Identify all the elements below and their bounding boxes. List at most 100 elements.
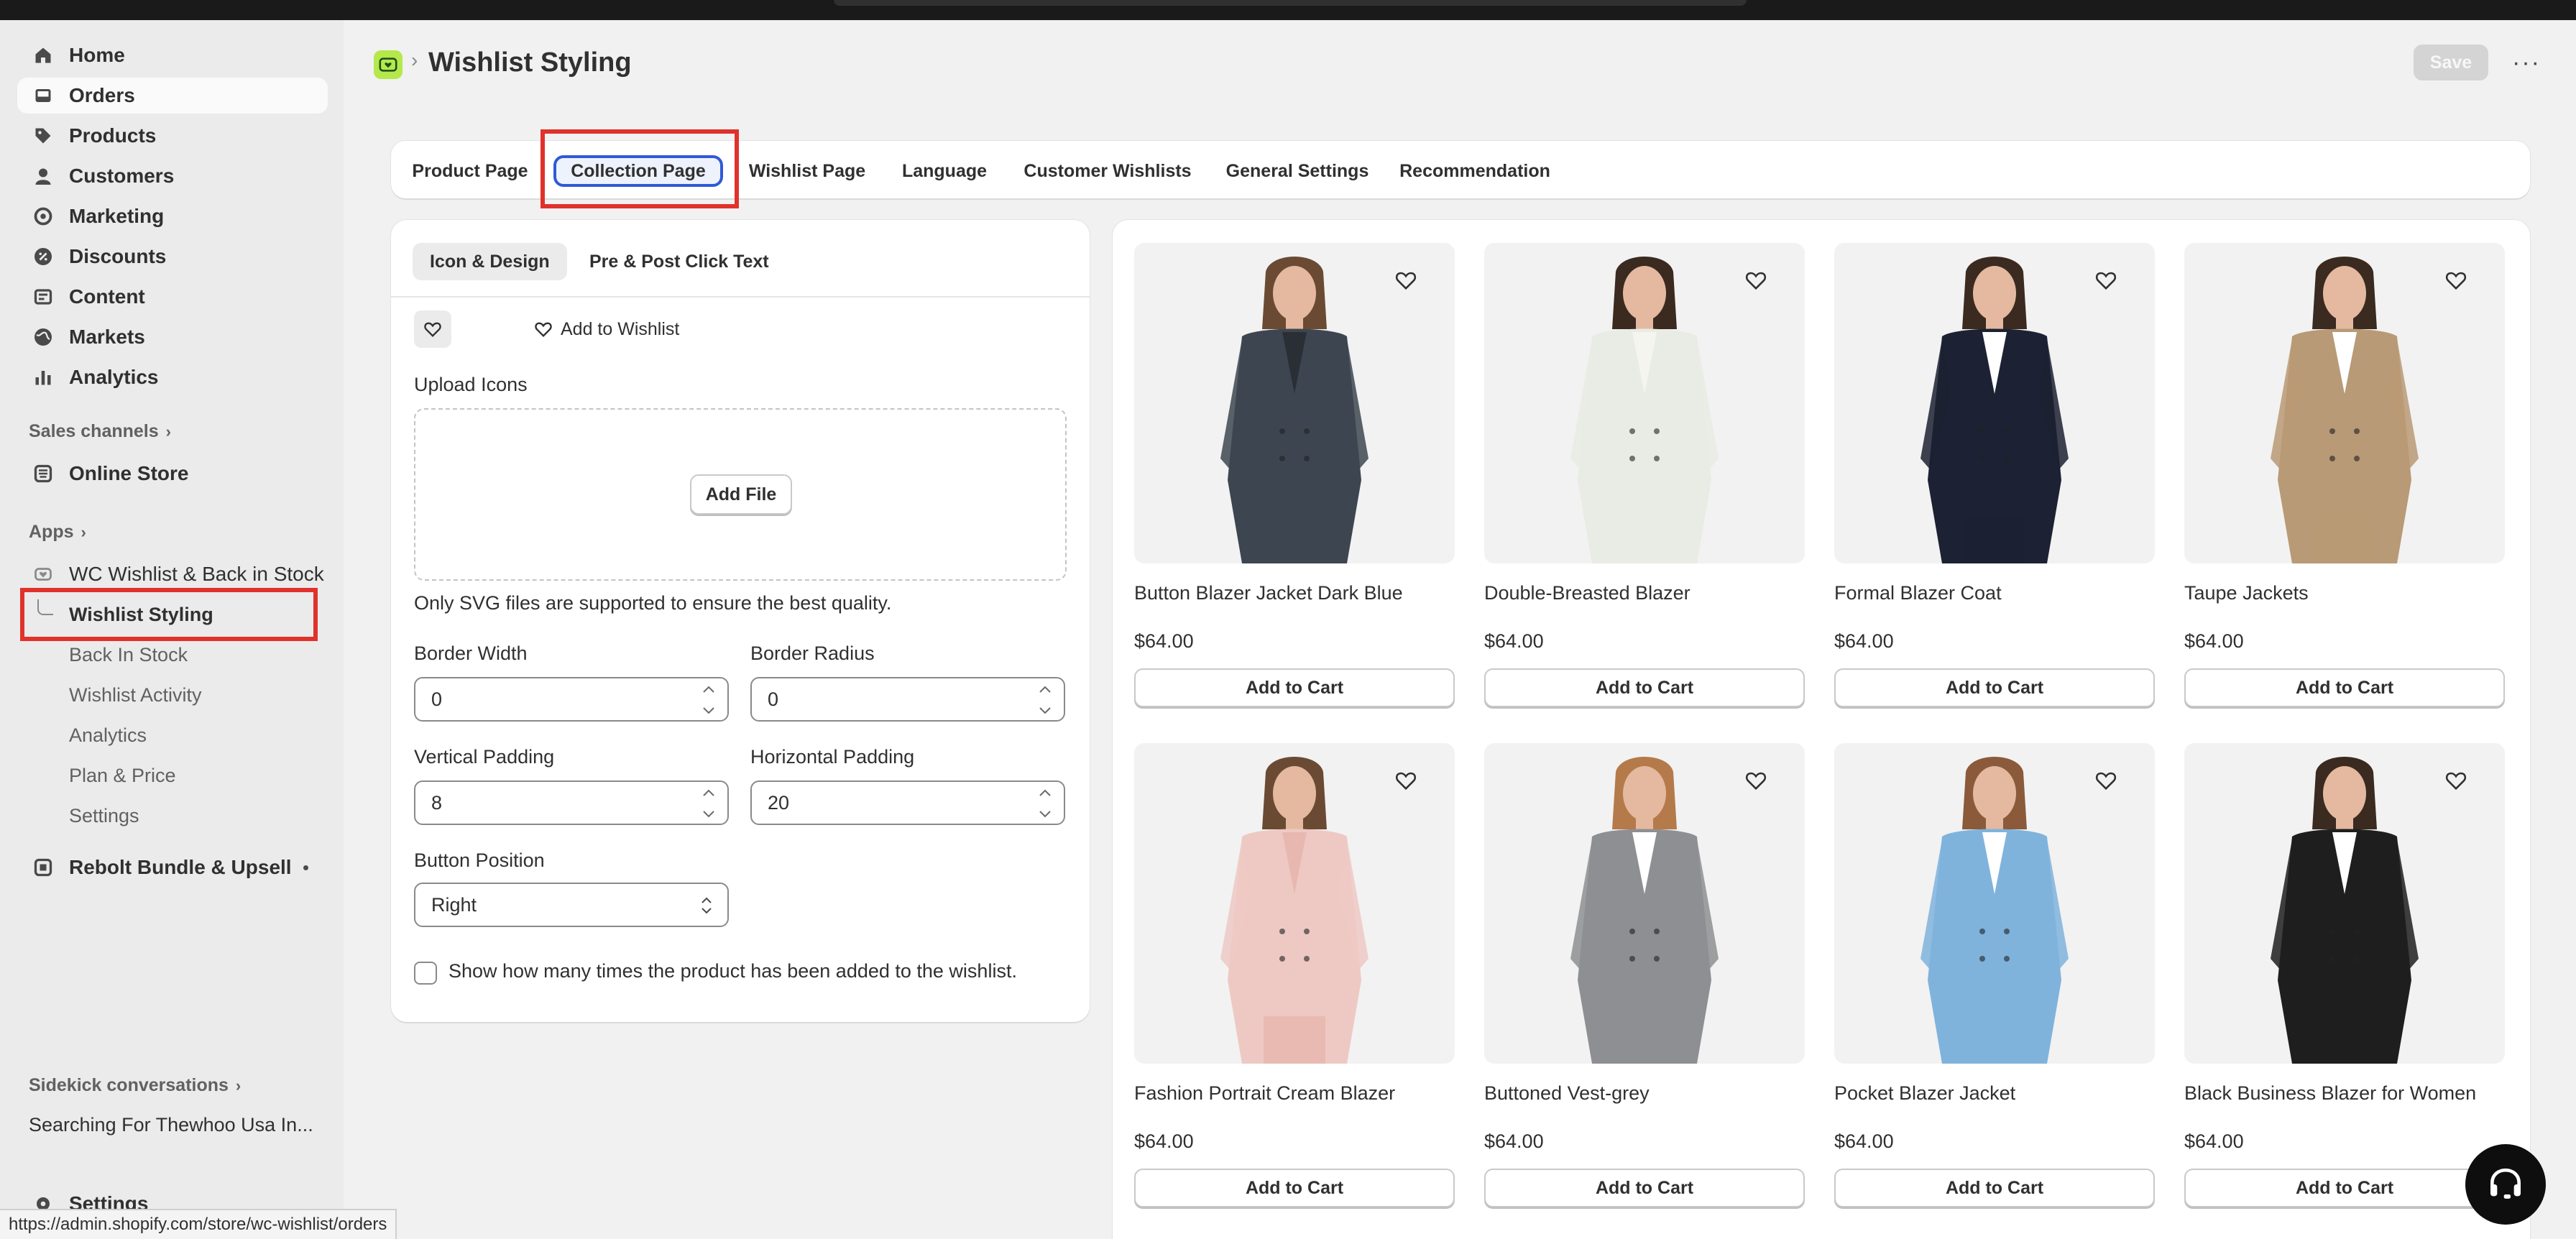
nav-app-wc-wishlist[interactable]: WC Wishlist & Back in Stock bbox=[17, 556, 328, 592]
nav-sub-analytics[interactable]: Analytics bbox=[17, 717, 328, 753]
product-image[interactable] bbox=[2184, 743, 2505, 1064]
product-name[interactable]: Taupe Jackets bbox=[2184, 582, 2505, 604]
add-to-cart-button[interactable]: Add to Cart bbox=[2184, 1169, 2505, 1207]
wishlist-heart-icon[interactable] bbox=[1392, 266, 1420, 295]
wishlist-heart-icon[interactable] bbox=[2092, 766, 2120, 795]
product-card[interactable]: Buttoned Vest-grey $64.00 Add to Cart bbox=[1484, 743, 1805, 1207]
border-radius-input[interactable]: 0 bbox=[750, 677, 1065, 722]
wishlist-heart-icon[interactable] bbox=[2442, 766, 2470, 795]
product-card[interactable]: Black Business Blazer for Women $64.00 Add… bbox=[2184, 743, 2505, 1207]
stepper-icon[interactable] bbox=[699, 684, 719, 716]
stepper-icon[interactable] bbox=[1035, 684, 1055, 716]
nav-sub-label: Analytics bbox=[69, 724, 147, 746]
subtab-icon-design[interactable]: Icon & Design bbox=[413, 243, 567, 280]
product-card[interactable]: Pocket Blazer Jacket $64.00 Add to Cart bbox=[1834, 743, 2155, 1207]
discount-icon bbox=[29, 242, 58, 271]
add-to-cart-button[interactable]: Add to Cart bbox=[1484, 1169, 1805, 1207]
product-image[interactable] bbox=[1134, 243, 1455, 563]
wishlist-heart-icon[interactable] bbox=[2442, 266, 2470, 295]
wishlist-heart-icon[interactable] bbox=[1742, 766, 1770, 795]
tab-product-page[interactable]: Product Page bbox=[408, 155, 532, 187]
nav-sub-wishlist-styling[interactable]: Wishlist Styling bbox=[17, 597, 328, 632]
product-card[interactable]: Formal Blazer Coat $64.00 Add to Cart bbox=[1834, 243, 2155, 707]
nav-products[interactable]: Products bbox=[17, 118, 328, 154]
product-card[interactable]: Double-Breasted Blazer $64.00 Add to Cart bbox=[1484, 243, 1805, 707]
nav-analytics[interactable]: Analytics bbox=[17, 359, 328, 395]
product-name[interactable]: Buttoned Vest-grey bbox=[1484, 1082, 1805, 1105]
nav-discounts[interactable]: Discounts bbox=[17, 239, 328, 275]
sales-channels-heading[interactable]: Sales channels › bbox=[29, 421, 171, 442]
support-chat-button[interactable] bbox=[2465, 1144, 2546, 1225]
add-to-cart-button[interactable]: Add to Cart bbox=[1134, 668, 1455, 707]
product-card[interactable]: Button Blazer Jacket Dark Blue $64.00 Add … bbox=[1134, 243, 1455, 707]
nav-app-rebolt[interactable]: Rebolt Bundle & Upsell bbox=[17, 849, 328, 885]
add-to-cart-button[interactable]: Add to Cart bbox=[2184, 668, 2505, 707]
tab-language[interactable]: Language bbox=[894, 155, 995, 187]
settings-tab-bar: Product Page Collection Page Wishlist Pa… bbox=[391, 141, 2530, 198]
product-name[interactable]: Button Blazer Jacket Dark Blue bbox=[1134, 582, 1455, 604]
product-name[interactable]: Fashion Portrait Cream Blazer bbox=[1134, 1082, 1455, 1105]
sidekick-heading[interactable]: Sidekick conversations › bbox=[29, 1075, 241, 1096]
svg-help-text: Only SVG files are supported to ensure t… bbox=[414, 592, 892, 614]
apps-heading[interactable]: Apps › bbox=[29, 522, 86, 543]
product-image[interactable] bbox=[1834, 743, 2155, 1064]
product-image[interactable] bbox=[1134, 743, 1455, 1064]
nav-label: Discounts bbox=[69, 245, 167, 267]
add-to-cart-button[interactable]: Add to Cart bbox=[1834, 668, 2155, 707]
nav-sub-back-in-stock[interactable]: Back In Stock bbox=[17, 637, 328, 673]
product-card[interactable]: Fashion Portrait Cream Blazer $64.00 Add t… bbox=[1134, 743, 1455, 1207]
tab-wishlist-page[interactable]: Wishlist Page bbox=[739, 155, 875, 187]
tab-customer-wishlists[interactable]: Customer Wishlists bbox=[1016, 155, 1199, 187]
button-position-select[interactable]: Right bbox=[414, 883, 729, 927]
vertical-padding-input[interactable]: 8 bbox=[414, 780, 729, 825]
horizontal-padding-input[interactable]: 20 bbox=[750, 780, 1065, 825]
wishlist-heart-icon[interactable] bbox=[1392, 766, 1420, 795]
border-width-input[interactable]: 0 bbox=[414, 677, 729, 722]
icon-only-option[interactable] bbox=[414, 310, 451, 348]
subtab-pre-post-click-text[interactable]: Pre & Post Click Text bbox=[572, 243, 786, 280]
product-name[interactable]: Pocket Blazer Jacket bbox=[1834, 1082, 2155, 1105]
add-to-cart-button[interactable]: Add to Cart bbox=[1484, 668, 1805, 707]
add-to-cart-button[interactable]: Add to Cart bbox=[1134, 1169, 1455, 1207]
nav-online-store[interactable]: Online Store bbox=[17, 456, 328, 492]
more-actions-icon[interactable]: ··· bbox=[2508, 45, 2544, 80]
nav-home[interactable]: Home bbox=[17, 37, 328, 73]
add-file-button[interactable]: Add File bbox=[690, 474, 792, 515]
product-name[interactable]: Double-Breasted Blazer bbox=[1484, 582, 1805, 604]
nav-marketing[interactable]: Marketing bbox=[17, 198, 328, 234]
nav-customers[interactable]: Customers bbox=[17, 158, 328, 194]
sidekick-conversation-item[interactable]: Searching For Thewhoo Usa In... bbox=[29, 1114, 313, 1136]
address-bar[interactable] bbox=[834, 0, 1747, 6]
product-image[interactable] bbox=[1484, 243, 1805, 563]
chevron-right-icon: › bbox=[235, 1076, 242, 1095]
product-image[interactable] bbox=[1484, 743, 1805, 1064]
tab-collection-page[interactable]: Collection Page bbox=[553, 155, 723, 187]
product-name[interactable]: Black Business Blazer for Women bbox=[2184, 1082, 2505, 1105]
nav-content[interactable]: Content bbox=[17, 279, 328, 315]
tab-general-settings[interactable]: General Settings bbox=[1220, 155, 1374, 187]
nav-sub-wishlist-activity[interactable]: Wishlist Activity bbox=[17, 677, 328, 713]
stepper-icon[interactable] bbox=[699, 788, 719, 819]
save-button[interactable]: Save bbox=[2414, 45, 2488, 80]
collection-preview: Button Blazer Jacket Dark Blue $64.00 Add … bbox=[1113, 220, 2530, 1239]
nav-sub-plan-price[interactable]: Plan & Price bbox=[17, 757, 328, 793]
nav-orders[interactable]: Orders bbox=[17, 78, 328, 114]
icon-with-text-option[interactable]: Add to Wishlist bbox=[533, 315, 679, 344]
nav-markets[interactable]: Markets bbox=[17, 319, 328, 355]
product-price: $64.00 bbox=[2184, 630, 2244, 652]
globe-icon bbox=[29, 323, 58, 351]
product-card[interactable]: Taupe Jackets $64.00 Add to Cart bbox=[2184, 243, 2505, 707]
stepper-icon[interactable] bbox=[1035, 788, 1055, 819]
tab-recommendation[interactable]: Recommendation bbox=[1393, 155, 1557, 187]
upload-dropzone[interactable]: Add File bbox=[414, 408, 1067, 581]
wishlist-heart-icon[interactable] bbox=[1742, 266, 1770, 295]
app-breadcrumb-icon[interactable] bbox=[374, 50, 402, 79]
nav-sub-settings[interactable]: Settings bbox=[17, 798, 328, 834]
add-to-cart-button[interactable]: Add to Cart bbox=[1834, 1169, 2155, 1207]
product-image[interactable] bbox=[1834, 243, 2155, 563]
wishlist-heart-icon[interactable] bbox=[2092, 266, 2120, 295]
product-image[interactable] bbox=[2184, 243, 2505, 563]
border-radius-label: Border Radius bbox=[750, 642, 875, 664]
show-count-checkbox[interactable] bbox=[414, 962, 437, 985]
product-name[interactable]: Formal Blazer Coat bbox=[1834, 582, 2155, 604]
